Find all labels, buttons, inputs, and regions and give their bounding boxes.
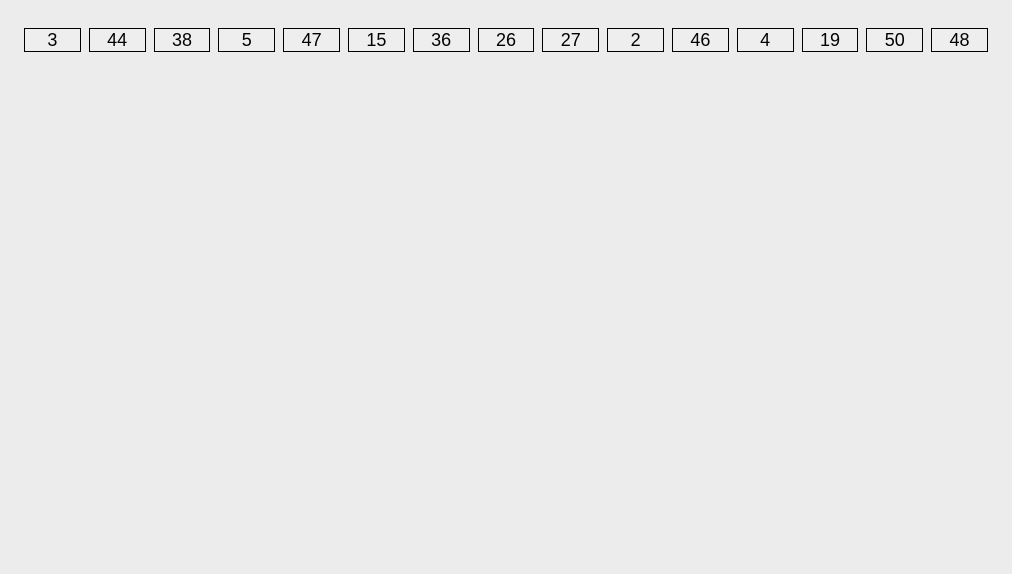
number-box: 46 — [672, 28, 729, 52]
number-box: 38 — [154, 28, 211, 52]
number-box: 36 — [413, 28, 470, 52]
number-box: 27 — [542, 28, 599, 52]
number-box: 44 — [89, 28, 146, 52]
number-box: 50 — [866, 28, 923, 52]
number-box: 26 — [478, 28, 535, 52]
number-box: 4 — [737, 28, 794, 52]
number-box: 47 — [283, 28, 340, 52]
number-box: 5 — [218, 28, 275, 52]
number-row: 3 44 38 5 47 15 36 26 27 2 46 4 19 50 48 — [0, 0, 1012, 80]
number-box: 19 — [802, 28, 859, 52]
number-box: 3 — [24, 28, 81, 52]
number-box: 15 — [348, 28, 405, 52]
number-box: 2 — [607, 28, 664, 52]
number-box: 48 — [931, 28, 988, 52]
